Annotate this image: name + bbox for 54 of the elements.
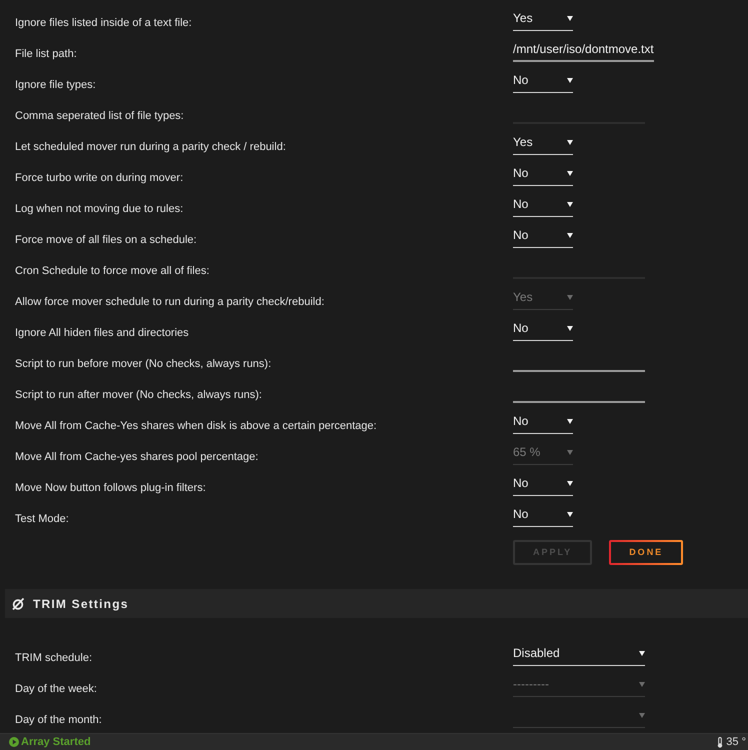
setting-label: Move All from Cache-Yes shares when disk is above a certain percentage: bbox=[15, 420, 377, 432]
dropdown[interactable]: Yes bbox=[513, 134, 573, 155]
setting-label: Day of the month: bbox=[15, 714, 102, 726]
setting-label: Move Now button follows plug-in filters: bbox=[15, 482, 206, 494]
dropdown[interactable]: Disabled bbox=[513, 645, 645, 666]
caret-icon bbox=[567, 480, 573, 486]
play-circle-icon bbox=[9, 737, 19, 747]
caret-icon bbox=[567, 294, 573, 300]
dropdown[interactable]: No bbox=[513, 72, 573, 93]
caret-icon bbox=[567, 170, 573, 176]
array-status: Array Started bbox=[21, 734, 91, 750]
caret-icon bbox=[567, 202, 573, 206]
caret-icon bbox=[567, 232, 573, 238]
dropdown[interactable]: No bbox=[513, 506, 573, 527]
caret-icon bbox=[567, 326, 573, 330]
setting-label: Ignore file types: bbox=[15, 79, 96, 91]
thermometer-icon bbox=[717, 736, 724, 748]
setting-label: Comma seperated list of file types: bbox=[15, 110, 184, 122]
setting-label: Move All from Cache-yes shares pool percentage: bbox=[15, 451, 258, 463]
setting-label: Test Mode: bbox=[15, 513, 69, 525]
setting-label: Force turbo write on during mover: bbox=[15, 172, 184, 184]
setting-label: File list path: bbox=[15, 48, 77, 60]
caret-icon bbox=[639, 712, 645, 718]
caret-icon bbox=[567, 450, 573, 454]
caret-icon bbox=[567, 512, 573, 516]
setting-label: Script to run before mover (No checks, always runs): bbox=[15, 358, 272, 370]
caret-icon bbox=[567, 140, 573, 144]
dropdown[interactable]: Yes bbox=[513, 10, 573, 31]
caret-icon bbox=[639, 650, 645, 656]
text-field[interactable]: /mnt/user/iso/dontmove.txt bbox=[513, 41, 654, 62]
dropdown[interactable]: No bbox=[513, 475, 573, 496]
dropdown[interactable]: No bbox=[513, 165, 573, 186]
action-button[interactable]: DONE bbox=[609, 540, 684, 565]
dropdown[interactable]: No bbox=[513, 413, 573, 434]
setting-label: Log when not moving due to rules: bbox=[15, 203, 184, 215]
caret-icon bbox=[639, 682, 645, 686]
setting-label: Force move of all files on a schedule: bbox=[15, 234, 197, 246]
dropdown[interactable]: No bbox=[513, 196, 573, 217]
setting-label: Day of the week: bbox=[15, 683, 97, 695]
setting-label: Ignore files listed inside of a text file: bbox=[15, 17, 192, 29]
setting-label: Let scheduled mover run during a parity check / rebuild: bbox=[15, 141, 286, 153]
caret-icon bbox=[567, 418, 573, 424]
setting-label: Cron Schedule to force move all of files: bbox=[15, 265, 210, 277]
section-title: TRIM Settings bbox=[33, 596, 129, 612]
setting-label: Script to run after mover (No checks, always runs): bbox=[15, 389, 262, 401]
dropdown[interactable]: No bbox=[513, 320, 573, 341]
slashed-circle-icon bbox=[12, 598, 24, 610]
caret-icon bbox=[567, 78, 573, 82]
setting-label: TRIM schedule: bbox=[15, 652, 92, 664]
setting-label: Allow force mover schedule to run during a parity check/rebuild: bbox=[15, 296, 324, 308]
caret-icon bbox=[567, 16, 573, 20]
dropdown[interactable]: No bbox=[513, 227, 573, 248]
setting-label: Ignore All hiden files and directories bbox=[15, 327, 189, 339]
temperature: 35 ° bbox=[726, 734, 746, 750]
